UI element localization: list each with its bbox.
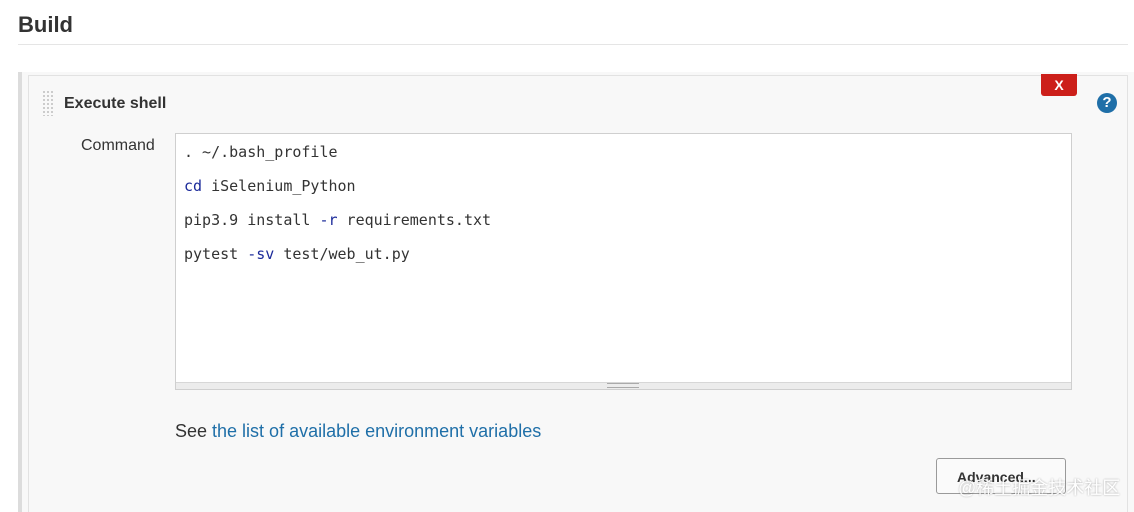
code-text: pytest <box>184 245 248 263</box>
watermark: @稀土掘金技术社区 <box>958 478 1121 498</box>
command-line: pip3.9 install -r requirements.txt <box>184 210 491 244</box>
env-vars-link[interactable]: the list of available environment variab… <box>212 421 541 441</box>
env-vars-prefix: See <box>175 421 213 441</box>
command-line: cd iSelenium_Python <box>184 176 491 210</box>
step-title: Execute shell <box>64 95 167 112</box>
section-divider <box>18 44 1128 45</box>
command-line: pytest -sv test/web_ut.py <box>184 244 491 278</box>
command-label: Command <box>81 137 155 154</box>
code-text: test/web_ut.py <box>274 245 410 263</box>
help-icon[interactable]: ? <box>1097 93 1117 113</box>
env-vars-hint: See the list of available environment va… <box>175 421 541 442</box>
command-code: . ~/.bash_profile cd iSelenium_Python pip3… <box>184 142 491 278</box>
command-textarea[interactable]: . ~/.bash_profile cd iSelenium_Python pip3… <box>175 133 1072 390</box>
command-line: . ~/.bash_profile <box>184 142 491 176</box>
drag-handle-icon[interactable] <box>42 90 54 116</box>
code-text: requirements.txt <box>337 211 492 229</box>
delete-step-button[interactable]: X <box>1041 74 1077 96</box>
code-keyword: -r <box>319 211 338 229</box>
textarea-resize-handle[interactable] <box>176 382 1071 389</box>
section-title: Build <box>18 12 73 37</box>
code-text: iSelenium_Python <box>202 177 356 195</box>
code-text: . ~/.bash_profile <box>184 143 338 161</box>
code-text: pip3.9 install <box>184 211 320 229</box>
code-keyword: -sv <box>247 245 275 263</box>
code-keyword: cd <box>184 177 203 195</box>
resize-grip-icon <box>607 383 639 388</box>
